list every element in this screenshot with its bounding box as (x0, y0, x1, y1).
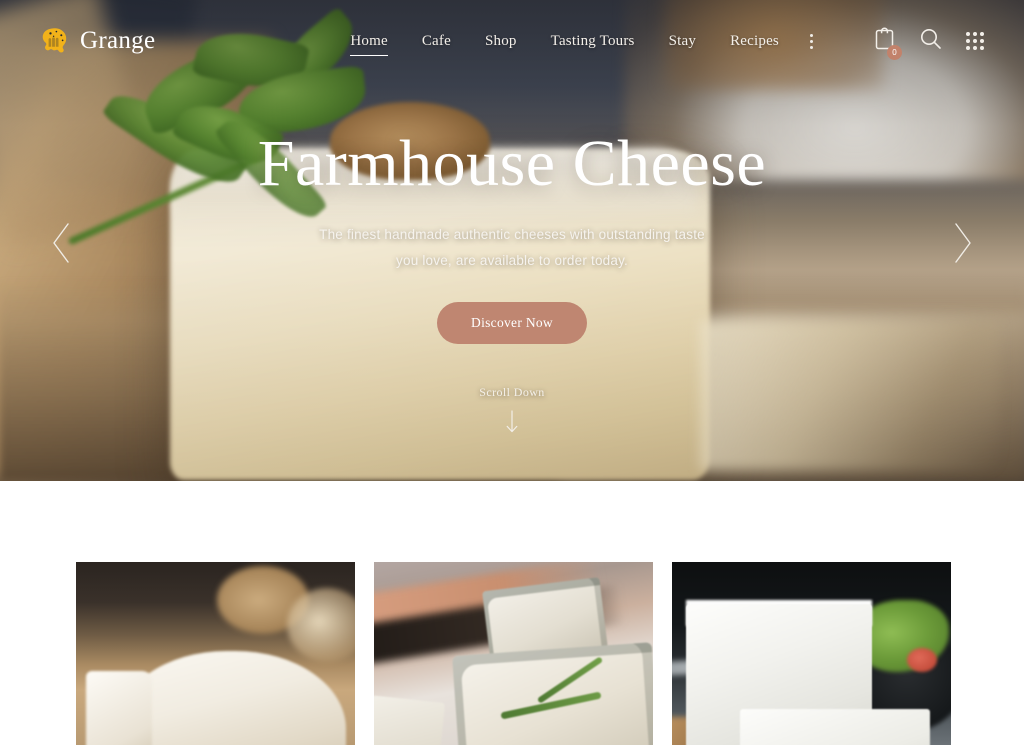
gallery-card-feta[interactable] (672, 562, 951, 745)
discover-now-button[interactable]: Discover Now (437, 302, 587, 345)
nav-item-tasting-tours[interactable]: Tasting Tours (534, 27, 652, 56)
chevron-right-icon (951, 221, 975, 270)
header-actions: 0 (874, 27, 984, 60)
site-header: Grange Home Cafe Shop Tasting Tours Stay… (0, 0, 1024, 82)
nav-item-recipes[interactable]: Recipes (713, 27, 796, 56)
search-icon (919, 27, 942, 55)
brand-name: Grange (80, 27, 156, 54)
vertical-dots-icon[interactable] (800, 26, 823, 57)
scroll-down-indicator[interactable]: Scroll Down (0, 385, 1024, 439)
hero-title: Farmhouse Cheese (257, 127, 767, 200)
gallery-section (0, 481, 1024, 745)
main-navigation: Home Cafe Shop Tasting Tours Stay Recipe… (333, 26, 823, 57)
hero-section: Grange Home Cafe Shop Tasting Tours Stay… (0, 0, 1024, 481)
hero-subtitle-line-2: you love, are available to order today. (396, 253, 628, 269)
nav-item-home[interactable]: Home (333, 27, 404, 56)
hero-subtitle-line-1: The finest handmade authentic cheeses wi… (319, 227, 705, 243)
carousel-prev-button[interactable] (32, 216, 90, 274)
gallery-card-brie[interactable] (76, 562, 355, 745)
nav-item-shop[interactable]: Shop (468, 27, 534, 56)
search-button[interactable] (919, 27, 942, 55)
arrow-down-icon (0, 410, 1024, 439)
nav-item-stay[interactable]: Stay (652, 27, 713, 56)
cart-badge: 0 (887, 45, 902, 60)
gallery-row (76, 562, 951, 745)
cart-button[interactable]: 0 (874, 27, 902, 60)
brand-logo[interactable]: Grange (40, 26, 155, 56)
hero-content: Farmhouse Cheese The finest handmade aut… (0, 127, 1024, 345)
scroll-down-label: Scroll Down (479, 385, 545, 399)
chevron-left-icon (49, 221, 73, 270)
grid-menu-icon[interactable] (966, 32, 984, 50)
grange-cheese-mark-icon (40, 26, 70, 56)
hero-subtitle: The finest handmade authentic cheeses wi… (0, 222, 1024, 274)
carousel-next-button[interactable] (934, 216, 992, 274)
nav-item-cafe[interactable]: Cafe (405, 27, 468, 56)
gallery-card-blue-cheese[interactable] (374, 562, 653, 745)
